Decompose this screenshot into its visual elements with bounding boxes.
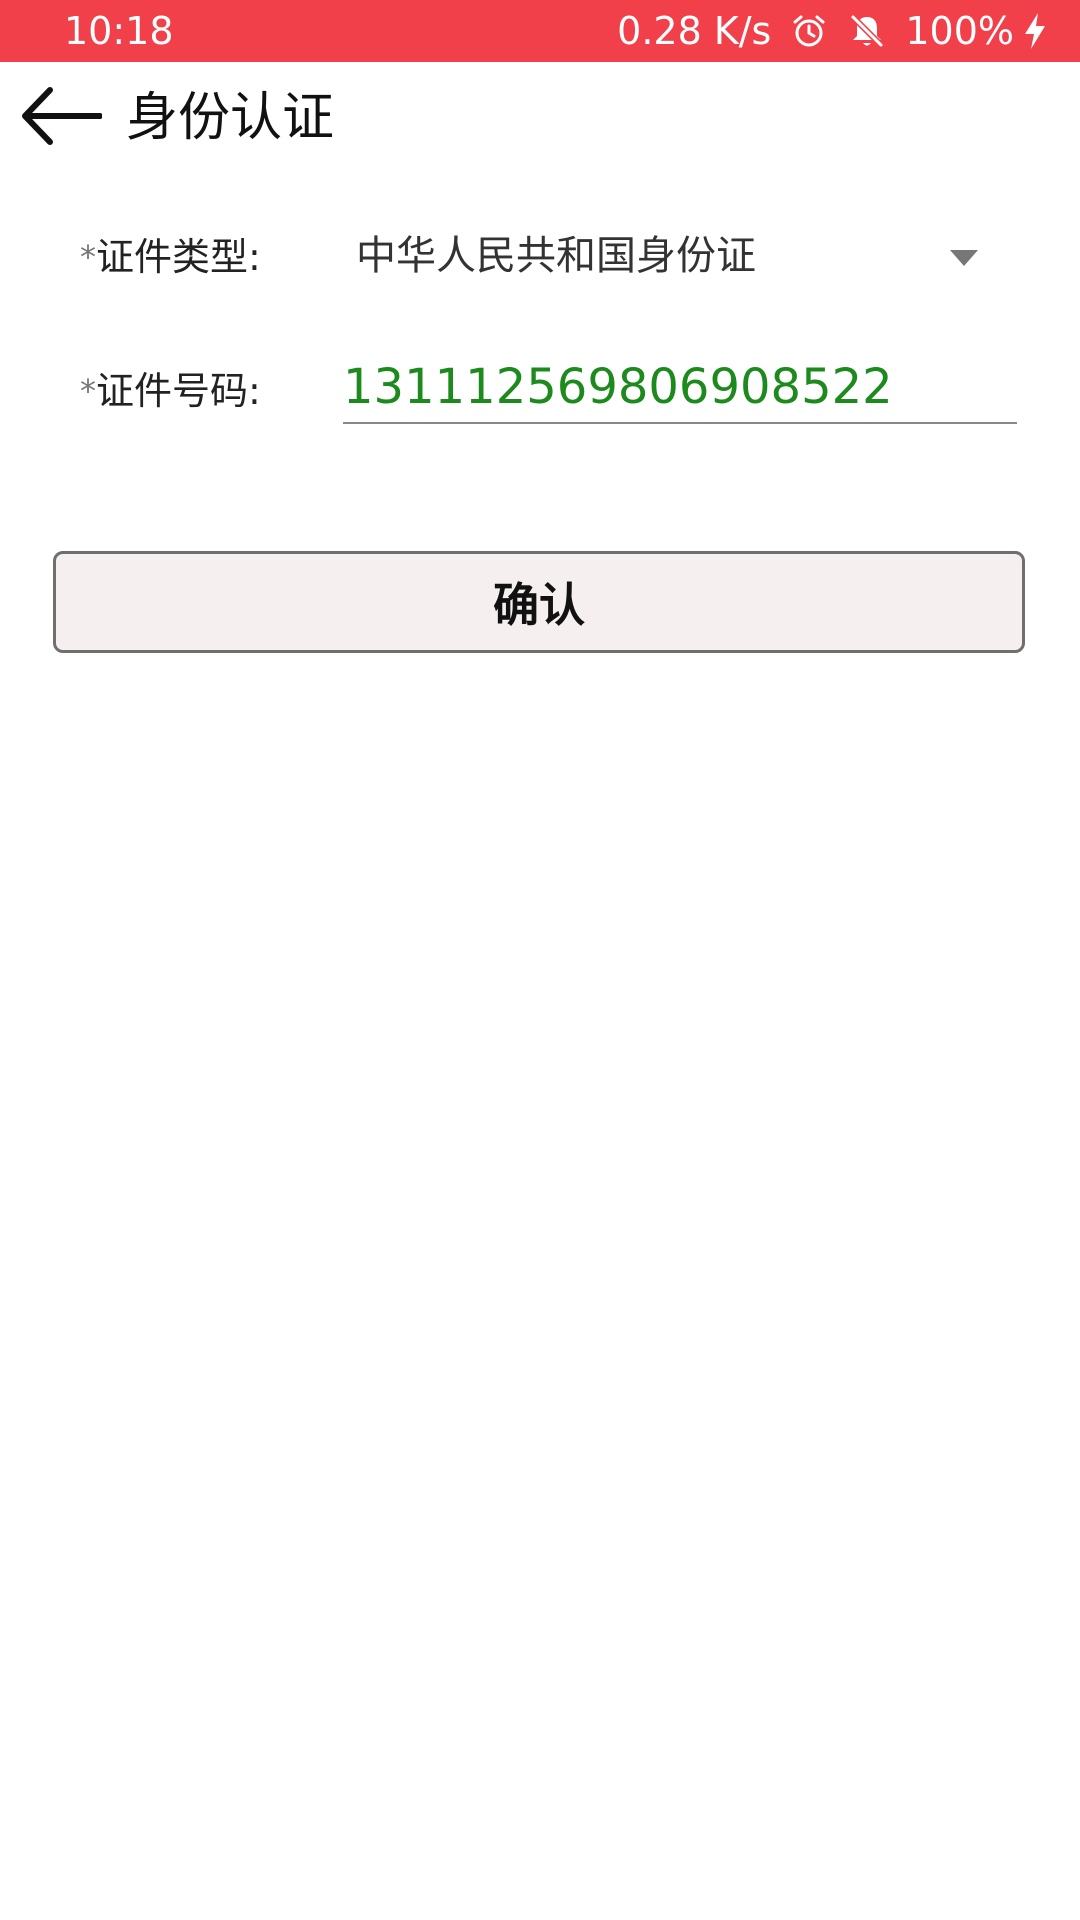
status-time: 10:18	[64, 9, 174, 53]
page-title: 身份认证	[126, 88, 335, 148]
id-type-label: *证件类型:	[80, 232, 261, 282]
required-mark: *	[80, 238, 96, 276]
network-speed: 0.28 K/s	[617, 9, 772, 53]
status-bar: 10:18 0.28 K/s 100%	[0, 0, 1080, 62]
confirm-button[interactable]: 确认	[53, 551, 1025, 653]
notifications-off-icon	[847, 11, 887, 51]
id-number-input[interactable]	[343, 352, 1017, 424]
alarm-icon	[789, 11, 829, 51]
app-bar: 身份认证	[0, 62, 1080, 174]
id-number-label-text: 证件号码:	[96, 369, 261, 413]
battery-level: 100%	[905, 9, 1014, 53]
id-type-select[interactable]: 中华人民共和国身份证	[343, 220, 1017, 296]
required-mark: *	[80, 372, 96, 410]
back-button[interactable]	[18, 82, 104, 154]
id-type-label-text: 证件类型:	[96, 235, 261, 279]
id-number-label: *证件号码:	[80, 366, 261, 416]
charging-bolt-icon	[1020, 11, 1050, 51]
id-type-value: 中华人民共和国身份证	[356, 233, 756, 279]
dropdown-arrow-icon	[950, 250, 978, 266]
status-indicators: 0.28 K/s 100%	[617, 8, 1050, 54]
arrow-left-icon	[20, 85, 103, 151]
